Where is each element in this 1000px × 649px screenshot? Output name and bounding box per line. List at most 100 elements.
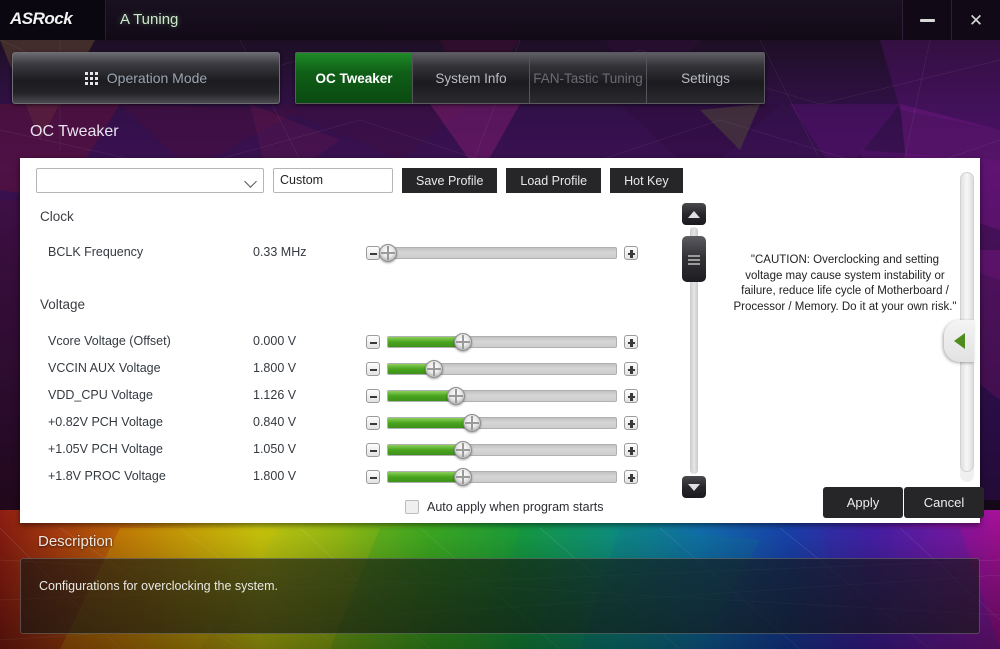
slider-increase-button[interactable] — [624, 389, 638, 403]
atuning-window: ASRock A Tuning ✕ Operation Mode OC Twea… — [0, 0, 1000, 649]
scrollbar-thumb[interactable] — [682, 236, 706, 282]
slider-track[interactable] — [387, 468, 617, 486]
save-profile-button[interactable]: Save Profile — [402, 168, 498, 193]
row-value: 1.800 V — [253, 361, 297, 375]
tab-fan-tastic-tuning-label: FAN-Tastic Tuning — [533, 70, 643, 86]
app-title: A Tuning — [120, 11, 179, 28]
triangle-up-icon — [688, 210, 700, 218]
profile-select[interactable] — [36, 168, 264, 193]
slider-decrease-button[interactable] — [366, 335, 380, 349]
description-text: Configurations for overclocking the syst… — [39, 579, 278, 593]
slider-track[interactable] — [387, 360, 617, 378]
slider-knob[interactable] — [463, 414, 482, 432]
table-row: +0.82V PCH Voltage 0.840 V — [48, 412, 658, 434]
row-label: VDD_CPU Voltage — [48, 388, 153, 402]
close-icon: ✕ — [968, 10, 984, 30]
slider-vccin-aux-voltage[interactable] — [366, 358, 638, 380]
caution-text: "CAUTION: Overclocking and setting volta… — [733, 254, 957, 313]
auto-apply-row: Auto apply when program starts — [405, 500, 603, 514]
settings-scrollbar[interactable] — [681, 203, 707, 498]
slider-1-05v-pch-voltage[interactable] — [366, 439, 638, 461]
slider-decrease-button[interactable] — [366, 246, 380, 260]
operation-mode-label: Operation Mode — [106, 70, 208, 86]
triangle-down-icon — [688, 483, 700, 491]
tab-oc-tweaker-label: OC Tweaker — [315, 70, 393, 86]
slider-knob[interactable] — [379, 244, 397, 262]
row-label: VCCIN AUX Voltage — [48, 361, 161, 375]
slider-0-82v-pch-voltage[interactable] — [366, 412, 638, 434]
row-value: 0.840 V — [253, 415, 297, 429]
slider-knob[interactable] — [447, 387, 466, 405]
title-bar: ASRock A Tuning ✕ — [0, 0, 1000, 40]
slider-increase-button[interactable] — [624, 362, 638, 376]
slider-decrease-button[interactable] — [366, 362, 380, 376]
table-row: Vcore Voltage (Offset) 0.000 V — [48, 331, 658, 353]
oc-tweaker-panel: Custom Save Profile Load Profile Hot Key… — [20, 158, 984, 523]
cancel-button[interactable]: Cancel — [904, 487, 984, 518]
slider-increase-button[interactable] — [624, 416, 638, 430]
window-controls: ✕ — [902, 0, 1000, 40]
slider-vdd-cpu-voltage[interactable] — [366, 385, 638, 407]
description-heading: Description — [38, 533, 114, 550]
close-button[interactable]: ✕ — [951, 0, 1000, 40]
row-value: 0.000 V — [253, 334, 297, 348]
asrock-logo: ASRock — [10, 9, 73, 28]
slider-track[interactable] — [387, 414, 617, 432]
slider-increase-button[interactable] — [624, 335, 638, 349]
row-label: Vcore Voltage (Offset) — [48, 334, 171, 348]
slider-bclk-frequency[interactable] — [366, 242, 638, 264]
slider-fill — [388, 472, 464, 482]
table-row: VDD_CPU Voltage 1.126 V — [48, 385, 658, 407]
table-row: +1.05V PCH Voltage 1.050 V — [48, 439, 658, 461]
slider-decrease-button[interactable] — [366, 416, 380, 430]
slider-fill — [388, 337, 464, 347]
slider-knob[interactable] — [454, 441, 473, 459]
slider-track[interactable] — [387, 441, 617, 459]
slider-fill — [388, 445, 464, 455]
row-label: BCLK Frequency — [48, 245, 144, 259]
operation-mode-button[interactable]: Operation Mode — [12, 52, 280, 104]
row-label: +0.82V PCH Voltage — [48, 415, 164, 429]
tab-settings[interactable]: Settings — [647, 53, 764, 103]
auto-apply-label: Auto apply when program starts — [427, 500, 604, 514]
row-value: 1.800 V — [253, 469, 297, 483]
slider-decrease-button[interactable] — [366, 389, 380, 403]
tab-fan-tastic-tuning[interactable]: FAN-Tastic Tuning — [530, 53, 647, 103]
chevron-down-icon — [244, 175, 257, 188]
slider-increase-button[interactable] — [624, 246, 638, 260]
table-row: BCLK Frequency 0.33 MHz — [48, 242, 658, 264]
grid-icon — [84, 71, 98, 85]
tab-oc-tweaker[interactable]: OC Tweaker — [296, 53, 413, 103]
hot-key-button[interactable]: Hot Key — [610, 168, 683, 193]
minimize-button[interactable] — [902, 0, 951, 40]
collapse-panel-button[interactable] — [944, 320, 974, 362]
slider-decrease-button[interactable] — [366, 470, 380, 484]
slider-increase-button[interactable] — [624, 443, 638, 457]
slider-knob[interactable] — [424, 360, 443, 378]
row-value: 1.050 V — [253, 442, 297, 456]
profile-name-input[interactable]: Custom — [273, 168, 393, 193]
auto-apply-checkbox[interactable] — [405, 500, 419, 514]
slider-track[interactable] — [387, 387, 617, 405]
section-heading-voltage: Voltage — [40, 297, 86, 312]
slider-track[interactable] — [387, 333, 617, 351]
scroll-up-button[interactable] — [682, 203, 706, 225]
page-title: OC Tweaker — [30, 123, 119, 140]
slider-increase-button[interactable] — [624, 470, 638, 484]
slider-track[interactable] — [379, 244, 617, 262]
minimize-icon — [919, 18, 935, 22]
slider-1-8v-proc-voltage[interactable] — [366, 466, 638, 488]
tab-bar: OC Tweaker System Info FAN-Tastic Tuning… — [295, 52, 765, 104]
slider-knob[interactable] — [454, 468, 473, 486]
load-profile-button[interactable]: Load Profile — [506, 168, 602, 193]
slider-decrease-button[interactable] — [366, 443, 380, 457]
apply-button[interactable]: Apply — [823, 487, 903, 518]
navigation-row: Operation Mode OC Tweaker System Info FA… — [0, 52, 1000, 104]
tab-system-info[interactable]: System Info — [413, 53, 530, 103]
row-value: 1.126 V — [253, 388, 297, 402]
slider-vcore-voltage-offset[interactable] — [366, 331, 638, 353]
tab-system-info-label: System Info — [435, 70, 507, 86]
slider-knob[interactable] — [454, 333, 473, 351]
table-row: +1.8V PROC Voltage 1.800 V — [48, 466, 658, 488]
scroll-down-button[interactable] — [682, 476, 706, 498]
